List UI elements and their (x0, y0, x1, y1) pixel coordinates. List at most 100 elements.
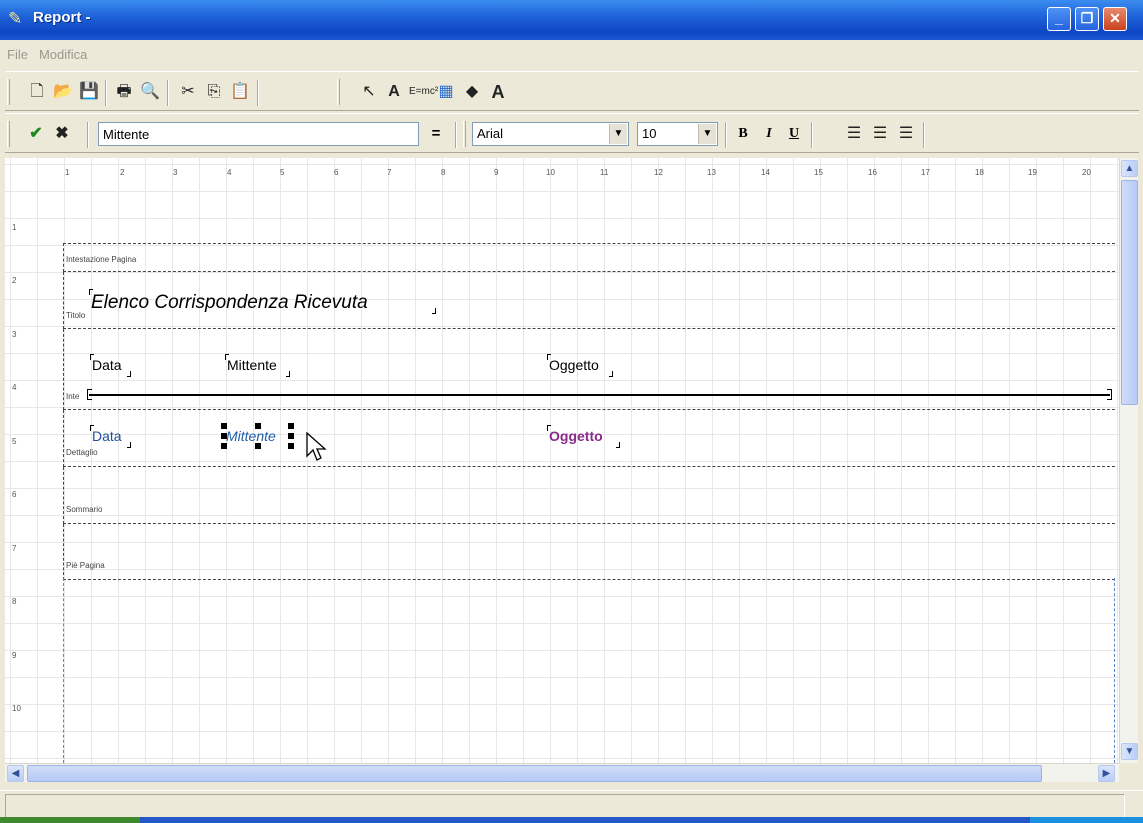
scroll-left-button[interactable]: ◀ (7, 765, 24, 782)
restore-button[interactable]: ❐ (1075, 7, 1099, 31)
title-field[interactable]: Elenco Corrispondenza Ricevuta (91, 292, 368, 314)
scroll-right-button[interactable]: ▶ (1098, 765, 1115, 782)
save-icon[interactable]: 💾 (78, 81, 100, 103)
ruler-left-tick: 7 (12, 544, 17, 553)
selection-handle[interactable] (288, 443, 294, 449)
label-tool-icon[interactable]: A (383, 81, 405, 103)
header-field-data[interactable]: Data (92, 357, 122, 373)
field-corner (89, 289, 93, 295)
vertical-scroll-thumb[interactable] (1121, 180, 1138, 405)
field-corner (90, 354, 94, 360)
toolbar-separator (811, 122, 813, 148)
toolbar-separator (87, 122, 89, 148)
chevron-down-icon[interactable]: ▼ (698, 124, 716, 144)
paste-icon[interactable]: 📋 (229, 81, 251, 103)
print-icon[interactable]: 🖶 (113, 81, 135, 103)
line-handle-right[interactable] (1107, 389, 1112, 400)
pointer-tool-icon[interactable]: ↖ (358, 81, 380, 103)
selection-handle[interactable] (221, 433, 227, 439)
print-preview-icon[interactable]: 🔍 (139, 81, 161, 103)
header-field-mittente[interactable]: Mittente (227, 357, 277, 373)
vertical-scrollbar[interactable]: ▲ ▼ (1119, 158, 1138, 763)
align-left-icon[interactable]: ☰ (843, 123, 865, 145)
align-center-icon[interactable]: ☰ (869, 123, 891, 145)
report-app-icon[interactable]: ✎ (8, 9, 28, 29)
scroll-up-button[interactable]: ▲ (1121, 160, 1138, 177)
ruler-top-tick: 1 (65, 168, 70, 177)
header-field-oggetto[interactable]: Oggetto (549, 357, 599, 373)
text-tool-icon[interactable]: A (487, 81, 509, 103)
header-field-oggetto-text: Oggetto (549, 357, 599, 373)
status-panel (5, 794, 1125, 818)
margin-guide-left (63, 578, 64, 763)
selection-handle[interactable] (288, 433, 294, 439)
align-right-icon[interactable]: ☰ (895, 123, 917, 145)
detail-field-oggetto[interactable]: Oggetto (549, 428, 603, 444)
bold-button[interactable]: B (732, 123, 754, 145)
report-design-canvas[interactable]: 1 2 3 4 5 6 7 8 9 10 11 12 13 14 15 16 1… (5, 158, 1119, 763)
menu-modifica[interactable]: Modifica (32, 40, 91, 62)
band-page-header[interactable]: Intestazione Pagina (63, 243, 1115, 272)
font-name-select[interactable]: Arial ▼ (472, 122, 629, 146)
toolbar-grip[interactable] (463, 121, 466, 147)
line-handle-left[interactable] (87, 389, 92, 400)
selection-handle[interactable] (288, 423, 294, 429)
menu-file[interactable]: File (0, 40, 32, 62)
minimize-icon: _ (1055, 10, 1063, 26)
margin-guide-right (1114, 578, 1115, 763)
close-button[interactable]: ✕ (1103, 7, 1127, 31)
ruler-top-tick: 20 (1082, 168, 1091, 177)
minimize-button[interactable]: _ (1047, 7, 1071, 31)
horizontal-scroll-thumb[interactable] (27, 765, 1042, 782)
field-corner (127, 442, 131, 448)
image-tool-icon[interactable]: ▦ (435, 81, 457, 103)
selection-handle[interactable] (221, 423, 227, 429)
chevron-down-icon[interactable]: ▼ (609, 124, 627, 144)
font-size-select[interactable]: 10 ▼ (637, 122, 718, 146)
ruler-top-tick: 19 (1028, 168, 1037, 177)
expression-tool-icon[interactable]: E=mc² (409, 81, 438, 103)
field-expression-input[interactable] (98, 122, 419, 146)
italic-button[interactable]: I (758, 123, 780, 145)
ruler-left-tick: 8 (12, 597, 17, 606)
window-title: Report - (33, 9, 91, 26)
title-bar[interactable]: ✎ Report - _ ❐ ✕ (0, 0, 1143, 40)
selection-handle[interactable] (221, 443, 227, 449)
field-corner (432, 308, 436, 314)
detail-field-oggetto-text: Oggetto (549, 428, 603, 444)
expression-builder-button[interactable]: = (425, 123, 447, 145)
new-document-icon[interactable]: 🗋 (26, 81, 48, 103)
toolbar-separator (257, 80, 259, 106)
shape-tool-icon[interactable]: ◆ (461, 81, 483, 103)
toolbar-grip[interactable] (7, 79, 10, 105)
taskbar-strip (0, 817, 1143, 823)
band-summary[interactable]: Sommario (63, 467, 1115, 524)
ruler-left-tick: 5 (12, 437, 17, 446)
cut-icon[interactable]: ✂ (177, 81, 199, 103)
field-corner (547, 354, 551, 360)
copy-icon[interactable]: ⎘ (203, 81, 225, 103)
restore-icon: ❐ (1080, 10, 1094, 26)
band-page-footer[interactable]: Piè Pagina (63, 524, 1115, 580)
underline-button[interactable]: U (783, 123, 805, 145)
detail-field-mittente[interactable]: Mittente (226, 428, 276, 444)
selection-handle[interactable] (255, 443, 261, 449)
scroll-down-button[interactable]: ▼ (1121, 743, 1138, 760)
main-toolbar: 🗋 📂 💾 🖶 🔍 ✂ ⎘ 📋 ↖ A E=mc² ▦ ◆ A (5, 71, 1139, 111)
open-folder-icon[interactable]: 📂 (52, 81, 74, 103)
band-label: Piè Pagina (66, 561, 105, 570)
detail-field-data[interactable]: Data (92, 428, 122, 444)
toolbar-grip[interactable] (7, 121, 10, 147)
check-icon[interactable]: ✔ (25, 123, 47, 145)
header-separator-line[interactable] (89, 394, 1110, 396)
header-field-data-text: Data (92, 357, 122, 373)
ruler-left-tick: 4 (12, 383, 17, 392)
x-icon[interactable]: ✖ (51, 123, 73, 145)
selection-handle[interactable] (255, 423, 261, 429)
ruler-top-tick: 18 (975, 168, 984, 177)
report-window: ✎ Report - _ ❐ ✕ File Modifica 🗋 📂 💾 🖶 🔍 … (0, 0, 1143, 823)
chevron-left-icon: ◀ (11, 768, 20, 779)
toolbar-grip[interactable] (337, 79, 340, 105)
horizontal-scrollbar[interactable]: ◀ ▶ (5, 763, 1119, 782)
field-corner (616, 442, 620, 448)
